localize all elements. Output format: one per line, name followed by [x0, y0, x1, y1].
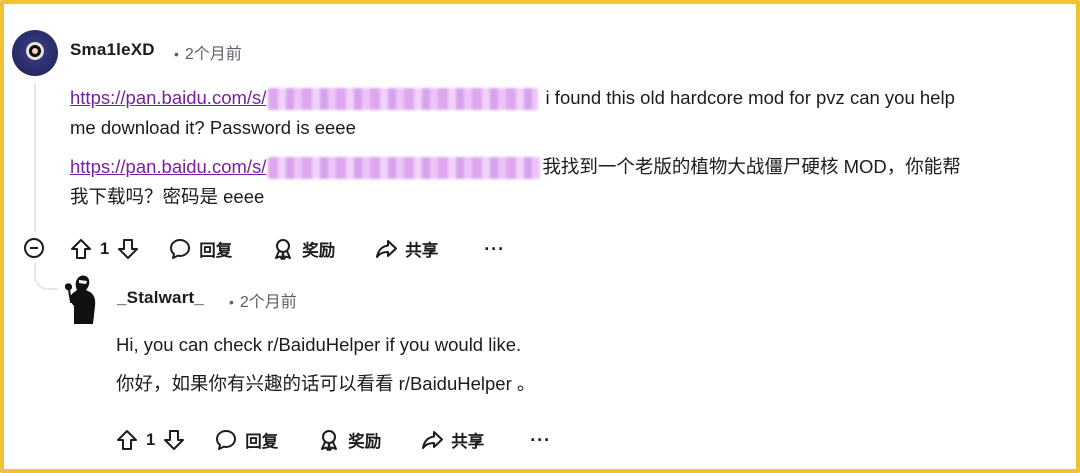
vote-count: 1: [146, 430, 156, 449]
thread-line: [34, 84, 36, 232]
award-label: 奖励: [302, 242, 336, 260]
more-options-icon[interactable]: ···: [530, 430, 551, 451]
comment-username[interactable]: Sma1leXD: [70, 40, 155, 60]
share-button[interactable]: 共享: [375, 237, 438, 261]
reply-label: 回复: [199, 242, 233, 260]
downvote-icon: [118, 239, 139, 259]
share-label: 共享: [451, 433, 485, 451]
redacted-link-blur: [268, 157, 541, 180]
upvote-icon: [71, 239, 91, 259]
comment-action-bar: 1 回复 奖励 共享 ···: [70, 237, 505, 261]
comment-meta: • 2个月前: [174, 40, 242, 64]
redacted-link-blur: [268, 88, 539, 111]
reply-body: Hi, you can check r/BaiduHelper if you w…: [116, 330, 1036, 399]
share-icon: [376, 240, 398, 258]
vote-count: 1: [100, 239, 110, 258]
baidu-link-1[interactable]: https://pan.baidu.com/s/: [70, 87, 266, 108]
comment-icon: [170, 239, 191, 259]
reply-thread-connector: [34, 262, 58, 290]
comment-text-zh-line2: 我下载吗？密码是 eeee: [70, 186, 265, 207]
comment-paragraph-en: https://pan.baidu.com/s/ i found this ol…: [70, 83, 1060, 143]
reply-button[interactable]: 回复: [215, 428, 278, 452]
comment-text-en-line2: me download it? Password is eeee: [70, 117, 356, 138]
downvote-icon: [164, 430, 185, 450]
reply-timestamp[interactable]: 2个月前: [240, 294, 297, 311]
baidu-link-2[interactable]: https://pan.baidu.com/s/: [70, 156, 266, 177]
award-button[interactable]: 奖励: [318, 428, 381, 452]
reply-username[interactable]: _Stalwart_: [117, 288, 204, 308]
separator-dot: •: [229, 294, 234, 310]
reply-text-en: Hi, you can check r/BaiduHelper if you w…: [116, 334, 522, 355]
share-label: 共享: [405, 242, 439, 260]
reply-label: 回复: [245, 433, 279, 451]
downvote-button[interactable]: [117, 238, 139, 260]
downvote-button[interactable]: [163, 429, 185, 451]
award-icon: [275, 239, 292, 260]
share-icon: [422, 431, 444, 449]
reply-user-avatar[interactable]: [60, 272, 102, 324]
award-icon: [321, 430, 338, 451]
reply-button[interactable]: 回复: [169, 237, 232, 261]
comment-timestamp[interactable]: 2个月前: [185, 46, 242, 63]
award-label: 奖励: [348, 433, 382, 451]
award-button[interactable]: 奖励: [272, 237, 335, 261]
avatar-emblem-icon: [26, 42, 44, 60]
upvote-icon: [117, 430, 137, 450]
upvote-button[interactable]: [70, 238, 92, 260]
reply-meta: • 2个月前: [229, 288, 297, 312]
silhouette-avatar-icon: [60, 272, 102, 324]
reply-text-zh: 你好，如果你有兴趣的话可以看看 r/BaiduHelper 。: [116, 373, 536, 394]
reply-action-bar: 1 回复 奖励 共享 ···: [116, 428, 551, 452]
separator-dot: •: [174, 46, 179, 62]
comment-text-en-line1: i found this old hardcore mod for pvz ca…: [540, 87, 955, 108]
more-options-icon[interactable]: ···: [484, 239, 505, 260]
comment-body: https://pan.baidu.com/s/ i found this ol…: [70, 83, 1060, 212]
comment-icon: [216, 430, 237, 450]
collapse-thread-icon[interactable]: [24, 238, 44, 258]
share-button[interactable]: 共享: [421, 428, 484, 452]
upvote-button[interactable]: [116, 429, 138, 451]
comment-paragraph-zh: https://pan.baidu.com/s/我找到一个老版的植物大战僵尸硬核…: [70, 152, 1060, 212]
comment-text-zh-line1: 我找到一个老版的植物大战僵尸硬核 MOD，你能帮: [542, 156, 961, 177]
user-avatar[interactable]: [12, 30, 58, 76]
